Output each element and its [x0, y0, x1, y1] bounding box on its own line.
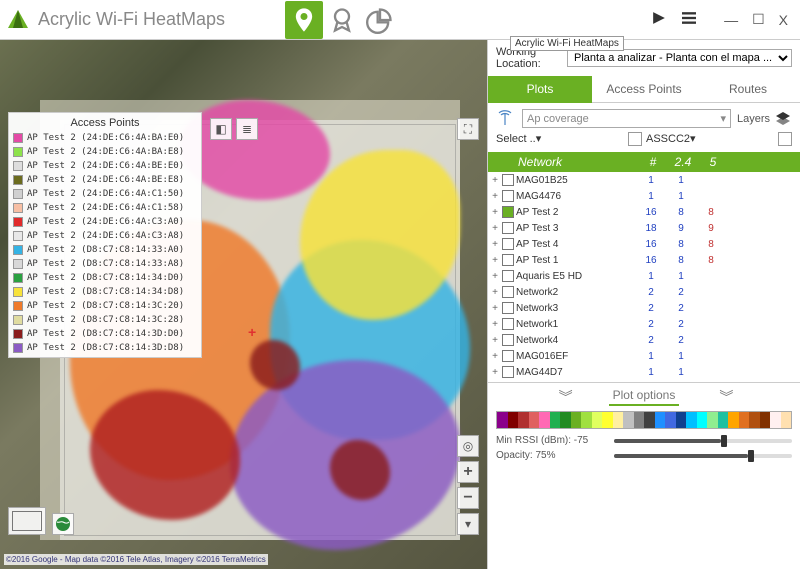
ap-legend-item[interactable]: AP Test 2 (D8:C7:C8:14:33:A0) [11, 243, 199, 257]
ap-legend-item[interactable]: AP Test 2 (D8:C7:C8:14:34:D8) [11, 285, 199, 299]
plot-type-select[interactable]: Ap coverage▾ [522, 109, 731, 128]
tab-plots[interactable]: Plots [488, 76, 592, 103]
ap-legend-item[interactable]: AP Test 2 (24:DE:C6:4A:C1:50) [11, 187, 199, 201]
ap-legend-item[interactable]: AP Test 2 (24:DE:C6:4A:BE:E8) [11, 173, 199, 187]
tab-routes[interactable]: Routes [696, 76, 800, 103]
map-cross-icon: + [248, 324, 256, 340]
nav-badge-button[interactable] [323, 1, 361, 39]
network-row[interactable]: +AP Test 21688 [488, 204, 800, 220]
network-row[interactable]: +Network322 [488, 300, 800, 316]
network-row[interactable]: +AP Test 31899 [488, 220, 800, 236]
window-close[interactable]: X [779, 12, 788, 28]
map-collapse-button[interactable]: ▾ [457, 513, 479, 535]
filter-select-2[interactable]: ASSCC2▾ [646, 132, 774, 146]
map-basemap-button[interactable] [8, 507, 46, 535]
ap-legend-item[interactable]: AP Test 2 (24:DE:C6:4A:C3:A0) [11, 215, 199, 229]
sidebar: Working Location: Planta a analizar - Pl… [487, 40, 800, 569]
ap-legend-item[interactable]: AP Test 2 (24:DE:C6:4A:BA:E8) [11, 145, 199, 159]
opacity-label: Opacity: 75% [496, 450, 606, 461]
titlebar: Acrylic Wi-Fi HeatMaps — ☐ X [0, 0, 800, 40]
network-row[interactable]: +MAG447611 [488, 188, 800, 204]
ap-legend-item[interactable]: AP Test 2 (24:DE:C6:4A:BA:E0) [11, 131, 199, 145]
filter-select-1[interactable]: Select ..▾ [496, 132, 624, 146]
window-minimize[interactable]: — [724, 12, 738, 28]
filter-check-1[interactable] [628, 132, 642, 146]
app-logo [6, 8, 30, 32]
network-row[interactable]: +Network422 [488, 332, 800, 348]
layers-button[interactable]: Layers [737, 110, 792, 128]
ap-legend-item[interactable]: AP Test 2 (D8:C7:C8:14:3C:20) [11, 299, 199, 313]
nav-chart-button[interactable] [361, 1, 399, 39]
app-title: Acrylic Wi-Fi HeatMaps [38, 9, 225, 30]
filter-check-2[interactable] [778, 132, 792, 146]
tooltip: Acrylic Wi-Fi HeatMaps [510, 36, 624, 51]
hamburger-button[interactable] [682, 11, 696, 28]
ap-legend-item[interactable]: AP Test 2 (24:DE:C6:4A:C1:58) [11, 201, 199, 215]
plot-options-title: Plot options [609, 388, 680, 406]
window-maximize[interactable]: ☐ [752, 11, 765, 28]
ap-legend-item[interactable]: AP Test 2 (D8:C7:C8:14:3D:D8) [11, 341, 199, 355]
network-table-body[interactable]: +MAG01B2511+MAG447611+AP Test 21688+AP T… [488, 172, 800, 382]
plot-options-panel: ︾ Plot options ︾ Min RSSI (dBm): -75 Opa… [488, 382, 800, 469]
ap-legend-item[interactable]: AP Test 2 (D8:C7:C8:14:33:A8) [11, 257, 199, 271]
network-row[interactable]: +MAG44D711 [488, 364, 800, 380]
network-row[interactable]: +AP Test 41688 [488, 236, 800, 252]
map-fullscreen-button[interactable]: ⛶ [457, 118, 479, 140]
map-tool-list[interactable]: ≣ [236, 118, 258, 140]
map-zoom-out[interactable]: − [457, 487, 479, 509]
opacity-slider[interactable] [614, 454, 792, 458]
network-row[interactable]: +MAG01B2511 [488, 172, 800, 188]
map-zoom-in[interactable]: + [457, 461, 479, 483]
ap-legend-item[interactable]: AP Test 2 (24:DE:C6:4A:BE:E0) [11, 159, 199, 173]
rssi-label: Min RSSI (dBm): -75 [496, 435, 606, 446]
network-row[interactable]: +Aquaris E5 HD11 [488, 268, 800, 284]
network-table-header: Network # 2.4 5 [488, 152, 800, 172]
ap-legend-item[interactable]: AP Test 2 (D8:C7:C8:14:34:D0) [11, 271, 199, 285]
network-row[interactable]: +AP Test 11688 [488, 252, 800, 268]
ap-legend-item[interactable]: AP Test 2 (24:DE:C6:4A:C3:A8) [11, 229, 199, 243]
color-palette[interactable] [496, 411, 792, 429]
ap-legend-item[interactable]: AP Test 2 (D8:C7:C8:14:3C:28) [11, 313, 199, 327]
tab-access-points[interactable]: Access Points [592, 76, 696, 103]
map-globe-button[interactable] [52, 513, 74, 535]
rssi-slider[interactable] [614, 439, 792, 443]
ap-legend-panel: Access Points AP Test 2 (24:DE:C6:4A:BA:… [8, 112, 202, 358]
ap-legend-item[interactable]: AP Test 2 (D8:C7:C8:14:3D:D0) [11, 327, 199, 341]
play-button[interactable] [652, 11, 666, 28]
map-attribution: ©2016 Google - Map data ©2016 Tele Atlas… [4, 554, 268, 565]
map-locate-button[interactable]: ◎ [457, 435, 479, 457]
nav-map-button[interactable] [285, 1, 323, 39]
chevron-down-icon[interactable]: ︾ [719, 387, 729, 407]
network-row[interactable]: +Network222 [488, 284, 800, 300]
network-row[interactable]: +Network122 [488, 316, 800, 332]
working-location-select[interactable]: Planta a analizar - Planta con el mapa .… [567, 49, 792, 67]
layers-icon [774, 110, 792, 128]
network-row[interactable]: +MAG016EF11 [488, 348, 800, 364]
chevron-down-icon[interactable]: ︾ [559, 387, 569, 407]
antenna-icon [496, 110, 514, 128]
map-tool-marker[interactable]: ◧ [210, 118, 232, 140]
ap-legend-title: Access Points [11, 117, 199, 129]
map-area[interactable]: + Access Points AP Test 2 (24:DE:C6:4A:B… [0, 40, 487, 569]
